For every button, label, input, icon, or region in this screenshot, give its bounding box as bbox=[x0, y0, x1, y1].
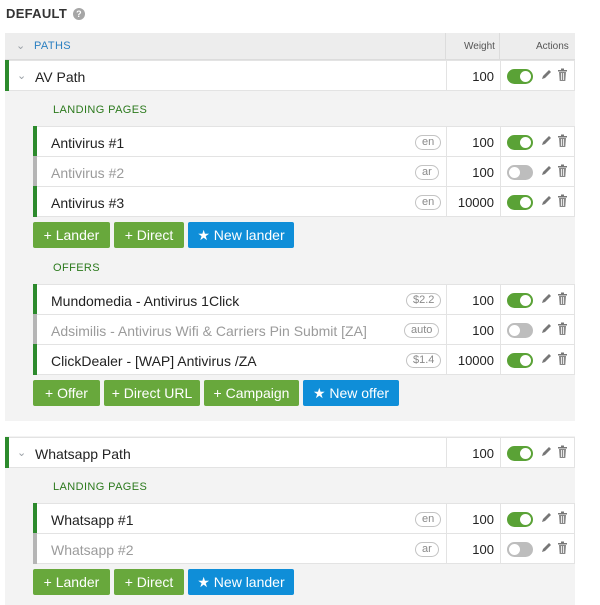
chevron-down-icon[interactable]: ⌄ bbox=[17, 446, 26, 459]
offer-weight: 100 bbox=[472, 323, 494, 338]
lander-enabled-toggle[interactable] bbox=[507, 542, 533, 557]
lander-weight: 100 bbox=[472, 135, 494, 150]
lander-row[interactable]: Whatsapp #1 en 100 bbox=[33, 503, 575, 534]
pencil-icon[interactable] bbox=[540, 134, 552, 148]
path-weight: 100 bbox=[472, 446, 494, 461]
lander-weight: 100 bbox=[472, 165, 494, 180]
pencil-icon[interactable] bbox=[540, 445, 552, 459]
offer-weight: 10000 bbox=[457, 353, 494, 368]
question-circle-icon[interactable]: ? bbox=[73, 7, 86, 20]
trash-icon[interactable] bbox=[557, 68, 568, 82]
offer-name[interactable]: Adsimilis - Antivirus Wifi & Carriers Pi… bbox=[51, 323, 367, 339]
lander-weight: 10000 bbox=[457, 195, 494, 210]
trash-icon[interactable] bbox=[557, 352, 568, 366]
lander-name[interactable]: Whatsapp #1 bbox=[51, 512, 134, 528]
add-campaign-button[interactable]: + Campaign bbox=[204, 380, 299, 406]
lander-enabled-toggle[interactable] bbox=[507, 195, 533, 210]
path-row-av[interactable]: ⌄ AV Path 100 bbox=[5, 60, 575, 91]
lander-name[interactable]: Antivirus #2 bbox=[51, 165, 124, 181]
pencil-icon[interactable] bbox=[540, 541, 552, 555]
new-lander-button[interactable]: ★ New lander bbox=[188, 569, 294, 595]
lander-enabled-toggle[interactable] bbox=[507, 512, 533, 527]
new-lander-button[interactable]: ★ New lander bbox=[188, 222, 294, 248]
lander-name[interactable]: Whatsapp #2 bbox=[51, 542, 134, 558]
offer-row[interactable]: ClickDealer - [WAP] Antivirus /ZA $1.4 1… bbox=[33, 344, 575, 375]
chevron-down-icon[interactable]: ⌄ bbox=[16, 39, 25, 52]
pencil-icon[interactable] bbox=[540, 322, 552, 336]
language-badge: en bbox=[415, 195, 442, 210]
payout-badge: auto bbox=[404, 323, 440, 338]
path-row-whatsapp[interactable]: ⌄ Whatsapp Path 100 bbox=[5, 437, 575, 468]
lander-weight: 100 bbox=[472, 512, 494, 527]
pencil-icon[interactable] bbox=[540, 164, 552, 178]
path-name[interactable]: AV Path bbox=[35, 69, 85, 85]
add-direct-button[interactable]: + Direct bbox=[114, 569, 184, 595]
lander-name[interactable]: Antivirus #3 bbox=[51, 195, 124, 211]
path-name[interactable]: Whatsapp Path bbox=[35, 446, 131, 462]
language-badge: ar bbox=[415, 165, 439, 180]
path-enabled-toggle[interactable] bbox=[507, 446, 533, 461]
trash-icon[interactable] bbox=[557, 445, 568, 459]
pencil-icon[interactable] bbox=[540, 194, 552, 208]
new-offer-button[interactable]: ★ New offer bbox=[303, 380, 399, 406]
add-direct-button[interactable]: + Direct bbox=[114, 222, 184, 248]
landing-pages-label: LANDING PAGES bbox=[53, 104, 148, 116]
chevron-down-icon[interactable]: ⌄ bbox=[17, 69, 26, 82]
trash-icon[interactable] bbox=[557, 134, 568, 148]
offer-enabled-toggle[interactable] bbox=[507, 293, 533, 308]
add-direct-url-button[interactable]: + Direct URL bbox=[104, 380, 200, 406]
offer-row[interactable]: Mundomedia - Antivirus 1Click $2.2 100 bbox=[33, 284, 575, 315]
lander-weight: 100 bbox=[472, 542, 494, 557]
trash-icon[interactable] bbox=[557, 194, 568, 208]
trash-icon[interactable] bbox=[557, 292, 568, 306]
pencil-icon[interactable] bbox=[540, 292, 552, 306]
offer-name[interactable]: Mundomedia - Antivirus 1Click bbox=[51, 293, 239, 309]
language-badge: en bbox=[415, 512, 442, 527]
lander-row[interactable]: Antivirus #2 ar 100 bbox=[33, 156, 575, 187]
trash-icon[interactable] bbox=[557, 511, 568, 525]
offer-row[interactable]: Adsimilis - Antivirus Wifi & Carriers Pi… bbox=[33, 314, 575, 345]
lander-name[interactable]: Antivirus #1 bbox=[51, 135, 124, 151]
path-weight: 100 bbox=[472, 69, 494, 84]
lander-row[interactable]: Antivirus #1 en 100 bbox=[33, 126, 575, 157]
add-lander-button[interactable]: + Lander bbox=[33, 222, 110, 248]
landing-pages-label: LANDING PAGES bbox=[53, 481, 148, 493]
pencil-icon[interactable] bbox=[540, 68, 552, 82]
add-offer-button[interactable]: + Offer bbox=[33, 380, 100, 406]
paths-table-header: ⌄ PATHS Weight Actions bbox=[5, 33, 575, 60]
lander-row[interactable]: Antivirus #3 en 10000 bbox=[33, 186, 575, 217]
offer-weight: 100 bbox=[472, 293, 494, 308]
offer-name[interactable]: ClickDealer - [WAP] Antivirus /ZA bbox=[51, 353, 257, 369]
lander-enabled-toggle[interactable] bbox=[507, 165, 533, 180]
offer-enabled-toggle[interactable] bbox=[507, 353, 533, 368]
lander-row[interactable]: Whatsapp #2 ar 100 bbox=[33, 533, 575, 564]
actions-column-label: Actions bbox=[536, 41, 569, 52]
language-badge: ar bbox=[415, 542, 439, 557]
trash-icon[interactable] bbox=[557, 541, 568, 555]
weight-column-label: Weight bbox=[464, 41, 495, 52]
pencil-icon[interactable] bbox=[540, 511, 552, 525]
trash-icon[interactable] bbox=[557, 322, 568, 336]
page-title: DEFAULT bbox=[6, 6, 68, 21]
trash-icon[interactable] bbox=[557, 164, 568, 178]
path-enabled-toggle[interactable] bbox=[507, 69, 533, 84]
paths-column-label: PATHS bbox=[34, 40, 72, 52]
offer-enabled-toggle[interactable] bbox=[507, 323, 533, 338]
pencil-icon[interactable] bbox=[540, 352, 552, 366]
add-lander-button[interactable]: + Lander bbox=[33, 569, 110, 595]
payout-badge: $1.4 bbox=[406, 353, 442, 368]
language-badge: en bbox=[415, 135, 442, 150]
lander-enabled-toggle[interactable] bbox=[507, 135, 533, 150]
section-title: DEFAULT ? bbox=[6, 6, 86, 21]
payout-badge: $2.2 bbox=[406, 293, 442, 308]
offers-label: OFFERS bbox=[53, 262, 101, 274]
